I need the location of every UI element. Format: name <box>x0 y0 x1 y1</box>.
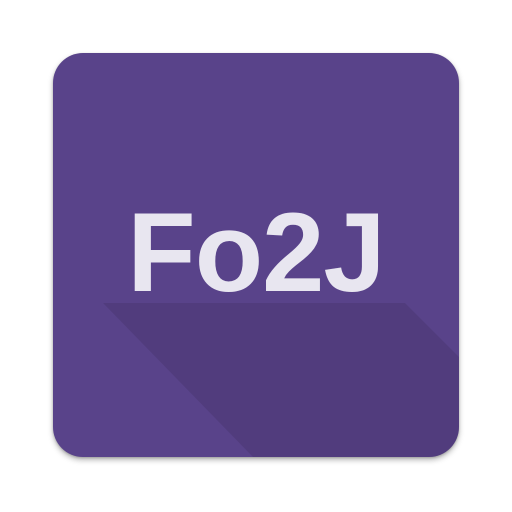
app-icon[interactable]: Fo2J <box>0 0 512 512</box>
app-icon-label: Fo2J <box>127 190 385 315</box>
app-icon-tile[interactable]: Fo2J <box>53 53 459 457</box>
